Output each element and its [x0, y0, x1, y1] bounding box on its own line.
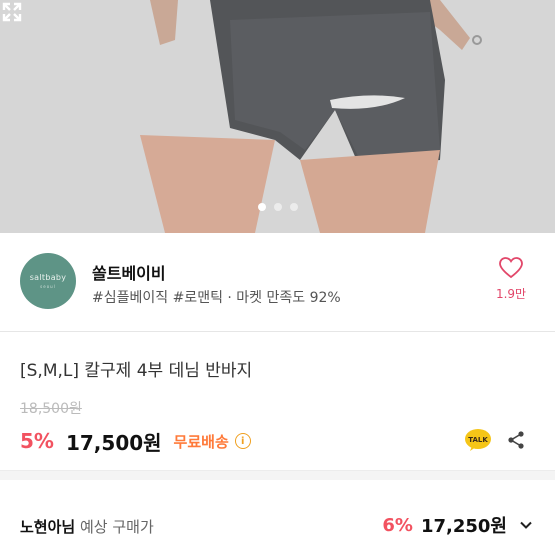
like-count: 1.9만	[495, 287, 527, 301]
expand-icon[interactable]	[0, 0, 24, 24]
free-shipping-badge: 무료배송	[173, 432, 229, 451]
like-button[interactable]: 1.9만	[491, 257, 531, 302]
expected-price-value: 6% 17,250원	[382, 512, 533, 538]
price-row: 5% 17,500원 무료배송 i	[20, 426, 251, 456]
store-name[interactable]: 쏠트베이비	[92, 260, 166, 284]
store-logo-text: saltbaby	[29, 273, 67, 282]
sale-price: 17,500원	[65, 430, 162, 455]
store-tags: #심플베이직 #로맨틱 · 마켓 만족도 92%	[92, 290, 341, 306]
expected-price-text: 예상 구매가	[79, 518, 154, 536]
expected-price-label: 노현아님 예상 구매가	[20, 516, 154, 537]
user-name: 노현아님	[20, 518, 76, 536]
divider	[0, 331, 555, 332]
chevron-down-icon[interactable]	[519, 518, 533, 532]
expected-discount: 6%	[382, 514, 413, 536]
section-divider	[0, 470, 555, 480]
store-logo[interactable]: saltbaby seoul	[20, 253, 76, 309]
carousel-dot[interactable]	[257, 203, 266, 211]
store-info[interactable]: saltbaby seoul 쏠트베이비 #심플베이직 #로맨틱 · 마켓 만족…	[0, 233, 555, 331]
carousel-dot[interactable]	[289, 203, 298, 211]
original-price: 18,500원	[20, 401, 82, 417]
kakao-talk-icon[interactable]: TALK	[464, 428, 492, 452]
product-title: [S,M,L] 칼구제 4부 데님 반바지	[20, 361, 253, 381]
share-icon[interactable]	[506, 430, 526, 450]
talk-label: TALK	[468, 436, 488, 444]
info-icon[interactable]: i	[234, 433, 251, 449]
product-image[interactable]	[0, 0, 555, 233]
heart-icon	[499, 257, 523, 279]
store-logo-subtext: seoul	[40, 284, 56, 289]
expected-price: 17,250원	[420, 516, 507, 537]
expected-price-row[interactable]: 노현아님 예상 구매가 6% 17,250원	[0, 500, 555, 555]
carousel-dot[interactable]	[273, 203, 282, 211]
carousel-indicator	[0, 196, 555, 215]
discount-rate: 5%	[20, 429, 54, 453]
